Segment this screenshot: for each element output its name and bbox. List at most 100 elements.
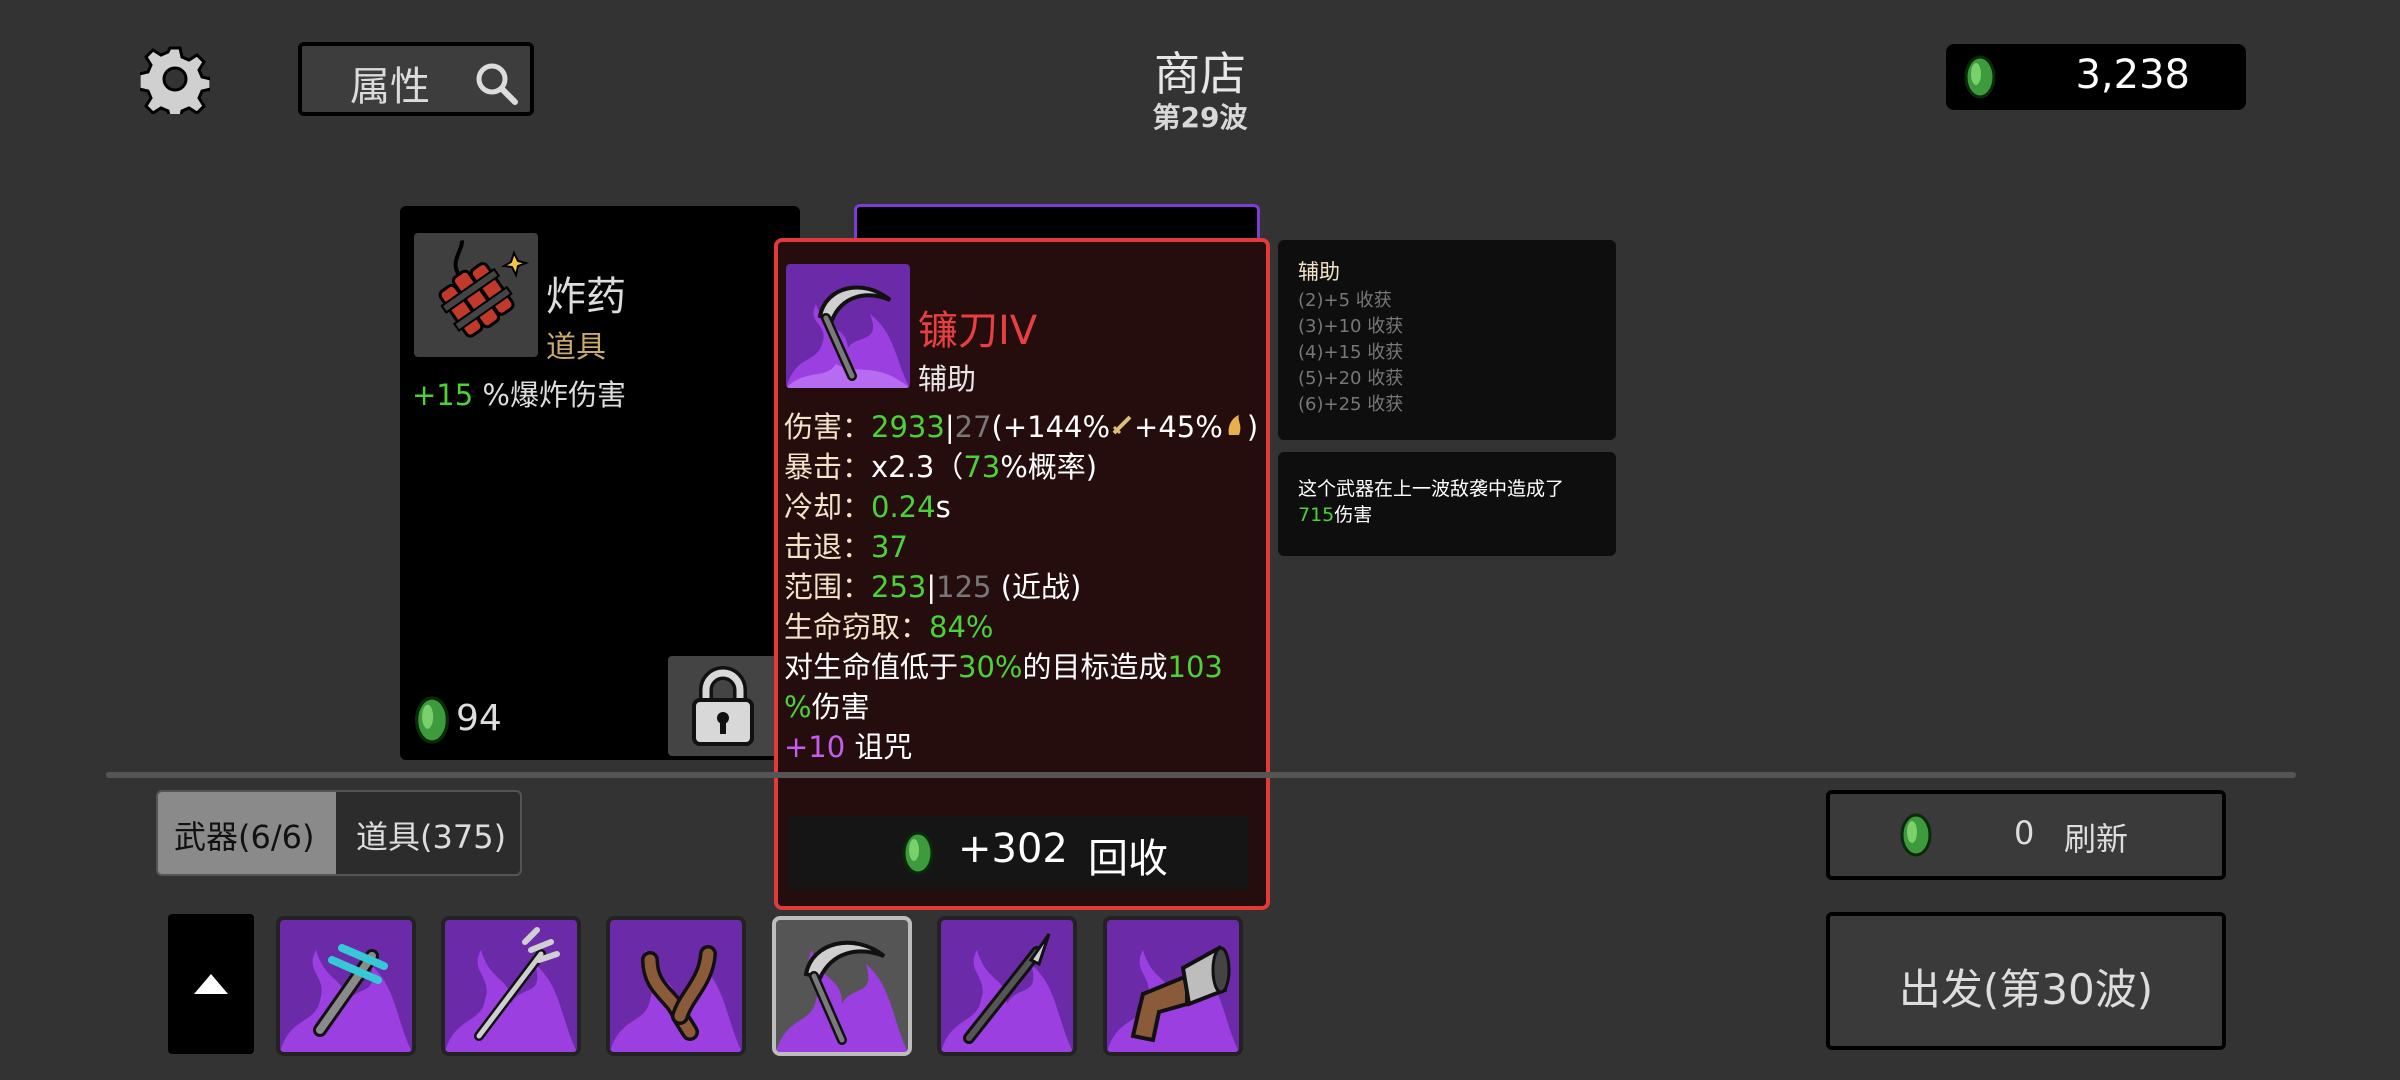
last-wave-damage-panel: 这个武器在上一波敌袭中造成了 715伤害 (1278, 452, 1616, 556)
divider (106, 772, 2296, 778)
stat-cooldown-label: 冷却： (784, 490, 872, 524)
last-wave-value: 715 (1298, 504, 1335, 526)
dynamite-icon (414, 233, 538, 357)
stat-damage-base: 27 (954, 410, 992, 444)
stat-crit-label: 暴击： (784, 450, 872, 484)
stat-lifesteal: 生命窃取：84% (784, 604, 993, 646)
weapon-slot-1[interactable] (276, 916, 416, 1056)
set-bonus-row: (5)+20 收获 (1298, 368, 1404, 389)
stat-cooldown-value: 0.24 (871, 490, 936, 524)
last-wave-pre: 这个武器在上一波敌袭中造成了 (1298, 478, 1565, 500)
page-title: 商店 (1154, 47, 1246, 101)
lock-button[interactable] (668, 656, 778, 756)
tab-weapons[interactable]: 武器(6/6) (158, 792, 336, 874)
tab-items-label: 道具(375) (356, 818, 507, 856)
stat-range: 范围：253|125 (近战) (784, 564, 1081, 606)
stat-damage-close: ) (1246, 410, 1259, 444)
slingshot-icon (610, 945, 742, 1052)
set-bonus-title: 辅助 (1298, 260, 1340, 284)
strength-icon (1223, 410, 1247, 444)
last-wave-post: 伤害 (1334, 504, 1373, 526)
stat-special-line1: 对生命值低于30%的目标造成103 (784, 644, 1223, 686)
set-bonus-row: (6)+25 收获 (1298, 394, 1404, 415)
trident-icon (445, 927, 577, 1052)
stat-lifesteal-value: 84% (929, 610, 994, 644)
stat-crit-mult: x2.3（ (871, 450, 964, 484)
weapon-slot-6[interactable] (1103, 916, 1243, 1056)
stat-range-value: 253 (871, 570, 927, 604)
stat-curse: +10 诅咒 (784, 724, 912, 766)
stat-range-sep: | (926, 570, 937, 604)
scythe-icon (786, 264, 910, 388)
weapon-name: 镰刀IV (918, 308, 1038, 354)
search-label: 属性 (350, 64, 430, 110)
stat-special-line2: %伤害 (784, 684, 870, 726)
special-damage: 103 (1167, 650, 1223, 684)
curse-label: 诅咒 (845, 730, 913, 764)
material-icon (1964, 55, 1996, 99)
tab-weapons-label: 武器(6/6) (174, 818, 315, 856)
search-icon (476, 63, 518, 105)
special-mid: 的目标造成 (1022, 650, 1168, 684)
stat-lifesteal-label: 生命窃取： (784, 610, 930, 644)
lock-icon (692, 666, 754, 746)
reroll-label: 刷新 (2064, 820, 2129, 858)
stat-knockback-value: 37 (871, 530, 908, 564)
special-post: 伤害 (811, 690, 870, 724)
material-icon (1900, 813, 1932, 857)
go-label: 出发(第30波) (1898, 965, 2154, 1014)
recycle-label: 回收 (1088, 836, 1168, 882)
item-type: 道具 (546, 330, 606, 365)
set-bonus-panel: 辅助 (2)+5 收获 (3)+10 收获 (4)+15 收获 (5)+20 收… (1278, 240, 1616, 440)
weapon-slot-2[interactable] (441, 916, 581, 1056)
set-bonus-row: (4)+15 收获 (1298, 342, 1404, 363)
item-effect-text: %爆炸伤害 (473, 378, 626, 412)
special-threshold: 30% (958, 650, 1023, 684)
curse-value: +10 (784, 730, 846, 764)
stat-crit-suffix: %概率) (1000, 450, 1098, 484)
item-price: 94 (456, 698, 502, 739)
set-bonus-row: (2)+5 收获 (1298, 290, 1392, 311)
recycle-button[interactable]: +302 回收 (788, 816, 1248, 890)
stat-range-label: 范围： (784, 570, 872, 604)
stat-knockback: 击退：37 (784, 524, 908, 566)
stat-cooldown-unit: s (935, 490, 951, 524)
item-effect: +15 %爆炸伤害 (412, 372, 626, 414)
weapon-slot-3[interactable] (606, 916, 746, 1056)
expand-up-button[interactable] (168, 914, 254, 1054)
stat-damage-scaling: (+144% (991, 410, 1111, 444)
last-wave-text: 这个武器在上一波敌袭中造成了 715伤害 (1298, 476, 1598, 528)
triangle-up-icon (194, 974, 228, 994)
weapon-slot-5[interactable] (937, 916, 1077, 1056)
stat-damage-value: 2933 (871, 410, 945, 444)
set-bonus-row: (3)+10 收获 (1298, 316, 1404, 337)
tab-items[interactable]: 道具(375) (336, 792, 520, 874)
reroll-button[interactable]: 0 刷新 (1826, 790, 2226, 880)
special-pct: % (784, 690, 812, 724)
weapon-class: 辅助 (918, 362, 977, 396)
price-material-icon (410, 694, 454, 750)
stats-search-button[interactable]: 属性 (298, 42, 534, 116)
item-effect-value: +15 (412, 378, 474, 412)
blunderbuss-icon (1107, 944, 1239, 1052)
scythe-icon (776, 940, 908, 1052)
crossbow-icon (280, 944, 412, 1052)
special-pre: 对生命值低于 (784, 650, 959, 684)
spear-icon (941, 933, 1073, 1052)
stat-damage-label: 伤害： (784, 410, 872, 444)
stat-damage-sep: | (944, 410, 955, 444)
weapon-slot-4-selected[interactable] (772, 916, 912, 1056)
melee-damage-icon (1110, 410, 1134, 444)
stat-range-type: (近战) (991, 570, 1082, 604)
materials-counter: 3,238 (1946, 44, 2246, 110)
stat-crit-chance: 73 (963, 450, 1001, 484)
settings-gear-icon[interactable] (137, 44, 213, 122)
stat-damage-scaling2: +45% (1134, 410, 1223, 444)
stat-cooldown: 冷却：0.24s (784, 484, 951, 526)
wave-label: 第29波 (1152, 101, 1248, 134)
stat-range-base: 125 (936, 570, 992, 604)
item-name: 炸药 (546, 274, 626, 320)
stat-knockback-label: 击退： (784, 530, 872, 564)
stat-crit: 暴击：x2.3（73%概率) (784, 444, 1097, 486)
go-button[interactable]: 出发(第30波) (1826, 912, 2226, 1050)
